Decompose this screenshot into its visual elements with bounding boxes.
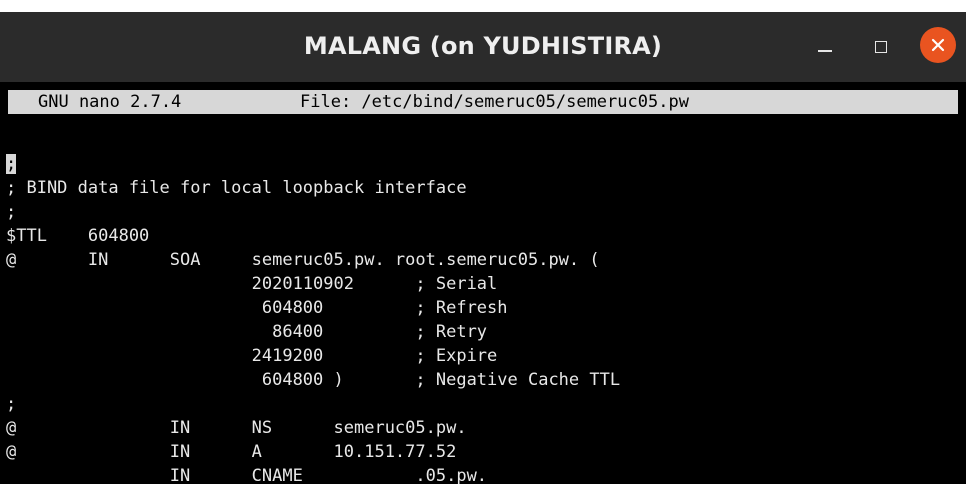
editor-line: IN CNAME .05.pw.: [6, 466, 488, 484]
editor-line: $TTL 604800: [6, 226, 150, 246]
editor-line: 604800 ; Refresh: [6, 298, 508, 318]
close-button[interactable]: [920, 27, 956, 63]
editor-line: ;: [6, 202, 17, 222]
minimize-icon: [818, 50, 832, 52]
maximize-icon: [875, 41, 887, 53]
maximize-button[interactable]: [864, 30, 898, 64]
nano-file-path: File: /etc/bind/semeruc05/semeruc05.pw: [300, 92, 689, 112]
minimize-button[interactable]: [808, 30, 842, 64]
editor-line: ; BIND data file for local loopback inte…: [6, 178, 467, 198]
editor-line: @ IN SOA semeruc05.pw. root.semeruc05.pw…: [6, 250, 600, 270]
editor-line: ;: [6, 394, 17, 414]
editor-line: @ IN A 10.151.77.52: [6, 442, 457, 462]
editor-line: 604800 ) ; Negative Cache TTL: [6, 370, 621, 390]
editor-line: 2020110902 ; Serial: [6, 274, 498, 294]
editor-line-cursor: ;: [6, 152, 17, 176]
editor-line: 86400 ; Retry: [6, 322, 488, 342]
text-cursor: ;: [6, 154, 17, 174]
editor-text-area[interactable]: ; ; BIND data file for local loopback in…: [6, 118, 956, 484]
editor-line: 2419200 ; Expire: [6, 346, 498, 366]
terminal-window: MALANG (on YUDHISTIRA) GNU nano 2.7.4 Fi…: [0, 12, 966, 484]
nano-header-bar: GNU nano 2.7.4 File: /etc/bind/semeruc05…: [8, 90, 958, 114]
close-icon: [931, 38, 945, 52]
editor-line: @ IN NS semeruc05.pw.: [6, 418, 467, 438]
nano-version: GNU nano 2.7.4: [38, 92, 182, 112]
title-bar[interactable]: MALANG (on YUDHISTIRA): [0, 12, 966, 82]
